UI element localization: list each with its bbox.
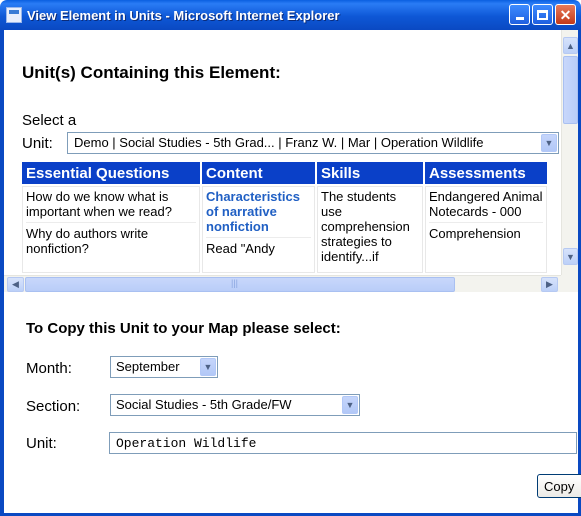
copy-button[interactable]: Copy xyxy=(537,474,581,498)
chevron-down-icon[interactable]: ▼ xyxy=(541,134,557,152)
column-header-skills: Skills xyxy=(317,162,423,184)
scroll-up-icon[interactable]: ▲ xyxy=(563,37,578,54)
unit-select-value: Demo | Social Studies - 5th Grad... | Fr… xyxy=(74,135,484,150)
window-controls: ✕ xyxy=(509,4,576,25)
section-label: Section: xyxy=(26,398,81,415)
column-header-essential-questions: Essential Questions xyxy=(22,162,200,184)
list-item: Endangered Animal Notecards - 000 xyxy=(429,189,543,223)
maximize-button[interactable] xyxy=(532,4,553,25)
units-frame: Unit(s) Containing this Element: Select … xyxy=(4,30,578,292)
vertical-scroll-thumb[interactable] xyxy=(563,56,578,124)
close-button[interactable]: ✕ xyxy=(555,4,576,25)
unit-name-field[interactable] xyxy=(109,432,577,454)
scroll-down-icon[interactable]: ▼ xyxy=(563,248,578,265)
unit-label: Unit: xyxy=(26,435,57,452)
title-bar: View Element in Units - Microsoft Intern… xyxy=(0,0,581,30)
list-item: Comprehension xyxy=(429,226,521,241)
window-title: View Element in Units - Microsoft Intern… xyxy=(27,7,340,23)
month-label: Month: xyxy=(26,360,72,377)
column-header-content: Content xyxy=(202,162,315,184)
content-cell: Characteristics of narrative nonfiction … xyxy=(202,186,315,273)
scroll-right-icon[interactable]: ▶ xyxy=(541,277,558,292)
list-item: How do we know what is important when we… xyxy=(26,189,196,223)
list-item: Read "Andy xyxy=(206,241,275,256)
content-link[interactable]: Characteristics of narrative nonfiction xyxy=(206,189,311,238)
unit-select[interactable]: Demo | Social Studies - 5th Grad... | Fr… xyxy=(67,132,559,154)
assessments-cell: Endangered Animal Notecards - 000 Compre… xyxy=(425,186,547,273)
scroll-left-icon[interactable]: ◀ xyxy=(7,277,24,292)
maximize-icon xyxy=(537,9,548,20)
chevron-down-icon[interactable]: ▼ xyxy=(200,358,216,376)
month-select-value: September xyxy=(116,359,180,374)
minimize-button[interactable] xyxy=(509,4,530,25)
skills-cell: The students use comprehension strategie… xyxy=(317,186,423,273)
chevron-down-icon[interactable]: ▼ xyxy=(342,396,358,414)
month-select[interactable]: September ▼ xyxy=(110,356,218,378)
copy-unit-heading: To Copy this Unit to your Map please sel… xyxy=(26,320,341,337)
horizontal-scroll-thumb[interactable] xyxy=(25,277,455,292)
list-item: The students use comprehension strategie… xyxy=(321,189,410,264)
table-row: How do we know what is important when we… xyxy=(22,186,547,273)
horizontal-scrollbar[interactable]: ◀ ▶ xyxy=(4,275,578,292)
units-heading: Unit(s) Containing this Element: xyxy=(22,63,281,82)
section-select[interactable]: Social Studies - 5th Grade/FW ▼ xyxy=(110,394,360,416)
table-header-row: Essential Questions Content Skills Asses… xyxy=(22,162,547,184)
column-header-assessments: Assessments xyxy=(425,162,547,184)
close-icon: ✕ xyxy=(559,6,572,23)
internet-explorer-icon xyxy=(6,7,22,23)
essential-questions-cell: How do we know what is important when we… xyxy=(22,186,200,273)
unit-elements-table: Essential Questions Content Skills Asses… xyxy=(20,160,549,275)
vertical-scrollbar[interactable]: ▲ ▼ xyxy=(561,30,578,275)
select-unit-label-line2: Unit: xyxy=(22,135,53,152)
select-unit-label-line1: Select a xyxy=(22,112,77,129)
minimize-icon xyxy=(515,17,524,20)
section-select-value: Social Studies - 5th Grade/FW xyxy=(116,397,292,412)
list-item: Why do authors write nonfiction? xyxy=(26,226,149,256)
scroll-corner xyxy=(561,275,578,292)
